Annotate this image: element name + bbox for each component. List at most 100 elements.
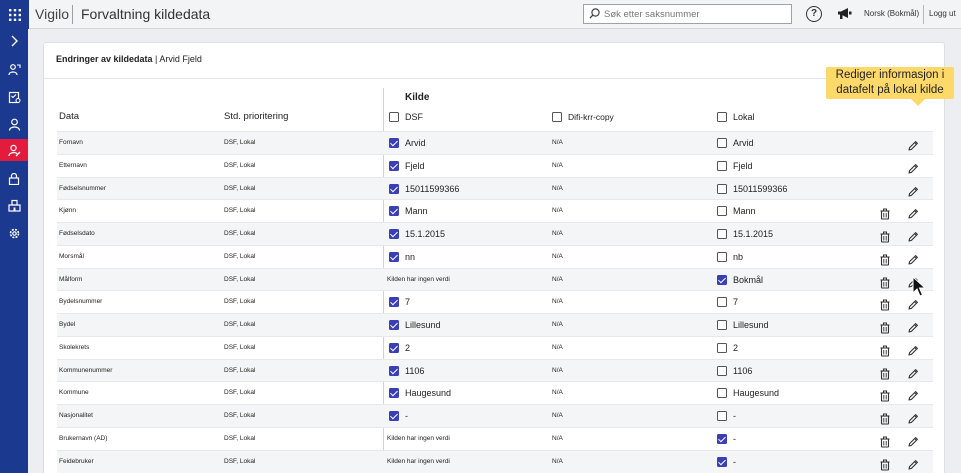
row-lokal-checkbox[interactable] — [717, 160, 727, 171]
edit-pencil-icon[interactable] — [907, 387, 919, 401]
row-dsf-value: - — [405, 411, 408, 421]
source-dsf-label: DSF — [405, 112, 423, 122]
edit-pencil-icon[interactable] — [907, 251, 919, 265]
sidebar-item-access[interactable] — [0, 167, 28, 189]
table-row: Fødselsnummer DSF, Lokal 15011599366 N/A 150… — [57, 176, 933, 200]
edit-pencil-icon[interactable] — [907, 160, 919, 174]
edit-pencil-icon[interactable] — [907, 205, 919, 219]
trash-icon[interactable] — [879, 410, 891, 425]
person-route-icon — [7, 63, 21, 75]
mouse-cursor-icon — [912, 276, 926, 297]
row-dsf-value: 15011599366 — [405, 183, 460, 194]
row-lokal-checkbox[interactable] — [717, 274, 727, 285]
breadcrumb-section[interactable]: Endringer av kildedata — [56, 54, 153, 64]
trash-icon[interactable] — [879, 319, 891, 334]
row-lokal-value: - — [733, 411, 736, 421]
sidebar-item-routes[interactable] — [0, 58, 28, 80]
trash-icon[interactable] — [879, 274, 891, 289]
edit-pencil-icon[interactable] — [907, 319, 919, 333]
row-priority: DSF, Lokal — [224, 298, 256, 306]
edit-pencil-icon[interactable] — [907, 296, 919, 310]
sidebar-item-kildedata[interactable] — [0, 139, 28, 161]
source-dsf-checkbox[interactable] — [389, 112, 399, 122]
edit-pencil-icon[interactable] — [907, 342, 919, 356]
header-prio: Std. prioritering — [224, 111, 289, 122]
row-lokal-value: Fjeld — [733, 160, 753, 171]
sidebar-item-organisation[interactable] — [0, 194, 28, 216]
row-lokal-checkbox[interactable] — [717, 229, 727, 239]
source-lokal-checkbox[interactable] — [717, 112, 727, 122]
row-lokal-checkbox[interactable] — [717, 183, 727, 194]
trash-icon[interactable] — [879, 365, 891, 380]
checklist-person-icon — [8, 91, 20, 103]
row-dsf-checkbox[interactable] — [389, 138, 399, 148]
trash-icon[interactable] — [879, 228, 891, 243]
row-lokal-checkbox[interactable] — [717, 411, 727, 421]
trash-icon[interactable] — [879, 456, 891, 471]
row-lokal-value: - — [733, 456, 736, 467]
row-lokal-checkbox[interactable] — [717, 388, 727, 399]
edit-pencil-icon[interactable] — [907, 137, 919, 151]
row-priority: DSF, Lokal — [224, 139, 256, 146]
row-dsf-checkbox[interactable] — [389, 388, 399, 399]
row-dsf-checkbox[interactable] — [389, 183, 399, 194]
row-dsf-checkbox[interactable] — [389, 411, 399, 421]
row-dsf-checkbox[interactable] — [389, 160, 399, 171]
row-priority: DSF, Lokal — [224, 275, 256, 283]
row-lokal-checkbox[interactable] — [717, 251, 727, 262]
edit-pencil-icon[interactable] — [907, 433, 919, 447]
row-field-name: Kommunenummer — [59, 366, 113, 374]
row-lokal-checkbox[interactable] — [717, 456, 727, 467]
row-lokal-value: Arvid — [733, 138, 754, 148]
row-lokal-checkbox[interactable] — [717, 138, 727, 148]
row-lokal-checkbox[interactable] — [717, 433, 727, 444]
row-field-name: Morsmål — [59, 252, 84, 260]
row-dsf-checkbox[interactable] — [389, 342, 399, 353]
row-lokal-checkbox[interactable] — [717, 365, 727, 376]
breadcrumb: Endringer av kildedata | Arvid Fjeld — [56, 54, 202, 64]
sidebar-expand[interactable] — [0, 30, 28, 52]
help-button[interactable]: ? — [806, 6, 822, 22]
sidebar-item-checklist[interactable] — [0, 86, 28, 108]
sidebar-item-settings[interactable] — [0, 222, 28, 244]
row-field-name: Bydel — [59, 321, 76, 328]
trash-icon[interactable] — [879, 387, 891, 402]
edit-pencil-icon[interactable] — [907, 365, 919, 379]
sidebar-item-person[interactable] — [0, 113, 28, 135]
language-selector[interactable]: Norsk (Bokmål) — [864, 9, 919, 18]
search-input[interactable] — [604, 6, 788, 22]
row-lokal-checkbox[interactable] — [717, 320, 727, 330]
megaphone-icon[interactable] — [837, 7, 852, 20]
row-dsf-checkbox[interactable] — [389, 297, 399, 308]
trash-icon[interactable] — [879, 205, 891, 220]
trash-icon[interactable] — [879, 251, 891, 266]
row-dsf-checkbox[interactable] — [389, 206, 399, 217]
row-lokal-checkbox[interactable] — [717, 342, 727, 353]
edit-pencil-icon[interactable] — [907, 410, 919, 424]
row-lokal-value: 15.1.2015 — [733, 229, 774, 239]
row-dsf-checkbox[interactable] — [389, 365, 399, 376]
row-difi-value: N/A — [552, 139, 563, 146]
row-lokal-checkbox[interactable] — [717, 297, 727, 308]
edit-pencil-icon[interactable] — [907, 183, 919, 197]
app-grid-button[interactable] — [0, 0, 29, 29]
row-dsf-checkbox[interactable] — [389, 251, 399, 262]
row-dsf-checkbox[interactable] — [389, 229, 399, 239]
row-difi-value: N/A — [552, 412, 563, 419]
edit-pencil-icon[interactable] — [907, 228, 919, 242]
row-field-name: Fornavn — [59, 139, 83, 146]
row-difi-value: N/A — [552, 161, 563, 169]
brand-logo[interactable]: Vigilo — [35, 6, 69, 22]
row-lokal-checkbox[interactable] — [717, 206, 727, 217]
logout-link[interactable]: Logg ut — [929, 9, 956, 18]
row-difi-value: N/A — [552, 230, 563, 237]
source-difi-checkbox[interactable] — [552, 112, 562, 122]
trash-icon[interactable] — [879, 296, 891, 311]
search-box[interactable] — [583, 4, 792, 24]
trash-icon[interactable] — [879, 342, 891, 357]
trash-icon[interactable] — [879, 433, 891, 448]
tooltip-line-1: Rediger informasjon i — [835, 69, 945, 81]
row-dsf-checkbox[interactable] — [389, 320, 399, 330]
edit-pencil-icon[interactable] — [907, 456, 919, 470]
table-row: Kjønn DSF, Lokal Mann N/A Mann — [57, 199, 933, 222]
